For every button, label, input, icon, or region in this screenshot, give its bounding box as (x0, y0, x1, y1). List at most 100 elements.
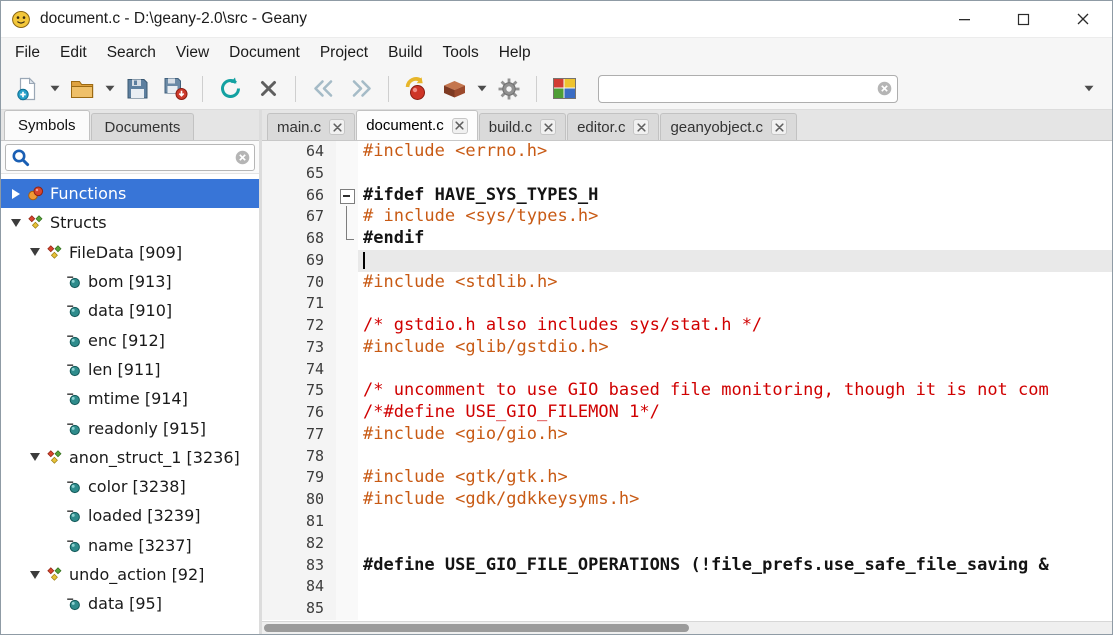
menu-item-view[interactable]: View (166, 41, 219, 65)
code-line[interactable]: 85 (262, 598, 1112, 620)
symbol-tree-item[interactable]: readonly [915] (1, 413, 259, 442)
code-line[interactable]: 81 (262, 511, 1112, 533)
menu-item-document[interactable]: Document (219, 41, 310, 65)
toolbar-dropdown-arrow[interactable] (47, 72, 62, 106)
code-line[interactable]: 70#include <stdlib.h> (262, 272, 1112, 294)
symbol-tree-item[interactable]: enc [912] (1, 325, 259, 354)
code-line[interactable]: 80#include <gdk/gdkkeysyms.h> (262, 489, 1112, 511)
symbol-label: loaded [3239] (88, 506, 200, 525)
sidebar-tab-symbols[interactable]: Symbols (4, 110, 90, 140)
menu-item-search[interactable]: Search (97, 41, 166, 65)
document-tab[interactable]: editor.c (567, 113, 659, 140)
code-line[interactable]: 73#include <glib/gstdio.h> (262, 337, 1112, 359)
symbol-tree-item[interactable]: FileData [909] (1, 238, 259, 267)
symbol-tree-item[interactable]: undo_action [92] (1, 560, 259, 589)
code-line[interactable]: 69 (262, 250, 1112, 272)
document-tab[interactable]: document.c (356, 110, 478, 140)
symbol-tree-item[interactable]: name [3237] (1, 531, 259, 560)
title-bar[interactable]: document.c - D:\geany-2.0\src - Geany (1, 1, 1112, 38)
symbol-label: len [911] (88, 360, 161, 379)
symbol-tree-item[interactable]: Structs (1, 208, 259, 237)
horizontal-scrollbar[interactable] (262, 621, 1112, 634)
code-line[interactable]: 74 (262, 359, 1112, 381)
line-number: 65 (262, 163, 336, 185)
code-line[interactable]: 66#ifdef HAVE_SYS_TYPES_H (262, 185, 1112, 207)
fold-marker[interactable] (336, 228, 358, 250)
tab-close-icon[interactable] (633, 119, 649, 135)
code-line[interactable]: 84 (262, 576, 1112, 598)
code-line[interactable]: 68#endif (262, 228, 1112, 250)
menu-item-project[interactable]: Project (310, 41, 378, 65)
symbol-tree-item[interactable]: anon_struct_1 [3236] (1, 443, 259, 472)
document-tab[interactable]: build.c (479, 113, 566, 140)
clear-search-icon[interactable] (877, 81, 892, 96)
toolbar-dropdown-arrow[interactable] (102, 72, 117, 106)
sidebar-tab-documents[interactable]: Documents (91, 113, 195, 140)
clear-filter-icon[interactable] (235, 150, 250, 165)
code-line[interactable]: 64#include <errno.h> (262, 141, 1112, 163)
symbol-tree-item[interactable]: bom [913] (1, 267, 259, 296)
code-line[interactable]: 78 (262, 446, 1112, 468)
code-line[interactable]: 79#include <gtk/gtk.h> (262, 467, 1112, 489)
document-tab[interactable]: main.c (267, 113, 355, 140)
revert-button[interactable] (212, 72, 248, 106)
symbol-tree-item[interactable]: Functions (1, 179, 259, 208)
execute-button[interactable] (491, 72, 527, 106)
color-chooser-button[interactable] (546, 72, 582, 106)
code-line[interactable]: 82 (262, 533, 1112, 555)
code-line[interactable]: 77#include <gio/gio.h> (262, 424, 1112, 446)
expander-icon[interactable] (26, 449, 43, 466)
symbol-tree-item[interactable]: mtime [914] (1, 384, 259, 413)
code-line[interactable]: 67# include <sys/types.h> (262, 206, 1112, 228)
scrollbar-thumb[interactable] (264, 624, 689, 632)
code-line[interactable]: 75/* uncomment to use GIO based file mon… (262, 380, 1112, 402)
fold-marker[interactable] (336, 206, 358, 228)
menu-item-help[interactable]: Help (489, 41, 541, 65)
close-document-button[interactable] (250, 72, 286, 106)
open-folder-button[interactable] (64, 72, 100, 106)
revert-icon (218, 76, 243, 101)
code-area[interactable]: 64#include <errno.h>6566#ifdef HAVE_SYS_… (262, 141, 1112, 621)
save-all-button[interactable] (157, 72, 193, 106)
menu-item-file[interactable]: File (5, 41, 50, 65)
compile-button[interactable] (398, 72, 434, 106)
code-line[interactable]: 83#define USE_GIO_FILE_OPERATIONS (!file… (262, 555, 1112, 577)
nav-forward-button[interactable] (343, 72, 379, 106)
symbol-tree: FunctionsStructsFileData [909]bom [913]d… (1, 174, 259, 634)
code-line[interactable]: 71 (262, 293, 1112, 315)
close-button[interactable] (1053, 1, 1112, 37)
toolbar-search-input[interactable] (598, 75, 898, 103)
symbol-tree-item[interactable]: loaded [3239] (1, 501, 259, 530)
code-line[interactable]: 72/* gstdio.h also includes sys/stat.h *… (262, 315, 1112, 337)
tab-close-icon[interactable] (452, 118, 468, 134)
symbol-tree-item[interactable]: color [3238] (1, 472, 259, 501)
expander-icon[interactable] (7, 185, 24, 202)
symbol-filter-input[interactable] (5, 144, 255, 171)
tab-close-icon[interactable] (329, 119, 345, 135)
minimize-button[interactable] (935, 1, 994, 37)
toolbar-overflow-button[interactable] (1076, 72, 1102, 106)
symbol-tree-item[interactable]: data [910] (1, 296, 259, 325)
fold-marker[interactable] (336, 185, 358, 207)
menu-item-build[interactable]: Build (378, 41, 432, 65)
tab-close-icon[interactable] (540, 119, 556, 135)
build-button[interactable] (436, 72, 472, 106)
document-new-button[interactable] (9, 72, 45, 106)
menu-item-edit[interactable]: Edit (50, 41, 97, 65)
code-line[interactable]: 65 (262, 163, 1112, 185)
fold-margin (336, 489, 358, 511)
maximize-button[interactable] (994, 1, 1053, 37)
code-line[interactable]: 76/*#define USE_GIO_FILEMON 1*/ (262, 402, 1112, 424)
save-button[interactable] (119, 72, 155, 106)
code-text: # include <sys/types.h> (358, 206, 1112, 228)
nav-back-button[interactable] (305, 72, 341, 106)
menu-item-tools[interactable]: Tools (433, 41, 489, 65)
symbol-tree-item[interactable]: len [911] (1, 355, 259, 384)
expander-icon[interactable] (26, 244, 43, 261)
expander-icon[interactable] (26, 566, 43, 583)
toolbar-dropdown-arrow[interactable] (474, 72, 489, 106)
document-tab[interactable]: geanyobject.c (660, 113, 797, 140)
expander-icon[interactable] (7, 214, 24, 231)
symbol-tree-item[interactable]: data [95] (1, 589, 259, 618)
tab-close-icon[interactable] (771, 119, 787, 135)
